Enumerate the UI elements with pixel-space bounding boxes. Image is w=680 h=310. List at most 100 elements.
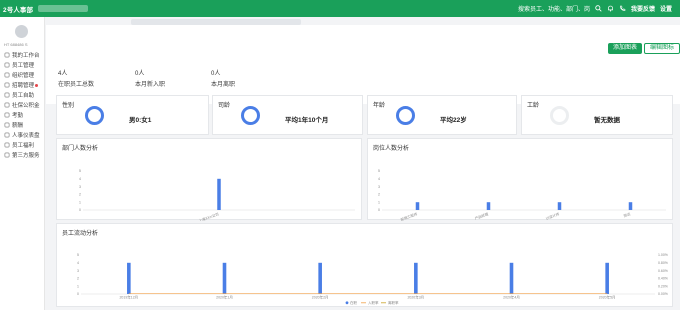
legend-label: 离职率 [388, 300, 399, 305]
sidebar-item-label: 组织管理 [12, 73, 35, 79]
stat-departures: 0人 本月离职 [211, 68, 235, 88]
x-tick-label: 产品经理 [474, 211, 489, 221]
age-card: 年龄 平均22岁 [367, 95, 517, 135]
y-tick-label: 1 [378, 200, 380, 204]
sidebar-item[interactable]: 组织管理 [0, 70, 45, 80]
bar [557, 202, 562, 210]
card-title: 性别 [62, 103, 75, 109]
sidebar-item[interactable]: 薪酬 [0, 120, 45, 130]
y2-tick-label: 0.80% [658, 261, 668, 265]
gender-card: 性别 男0:女1 [56, 95, 209, 135]
bar [486, 202, 491, 210]
top-nav: 搜索员工、功能、部门、岗 我要反馈 设置 [518, 4, 672, 13]
y-tick-label: 3 [77, 269, 79, 273]
y2-tick-label: 0.40% [658, 277, 668, 281]
sidebar-menu: 我的工作台员工管理组织管理招聘管理员工自助 社保公积金 考勤 薪酬人事仪表盘员工福利第… [0, 50, 45, 160]
position-bar-chart: 0 1 2 3 4 5 前端工程师 产品经理 UI设计师 测试 [378, 169, 666, 221]
legend-label: 在职 [350, 300, 358, 305]
social-security-icon [4, 102, 10, 108]
sidebar-item[interactable]: 员工管理 [0, 60, 45, 70]
card-summary: 平均22岁 [440, 117, 467, 124]
top-bar: 2号人事部 搜索员工、功能、部门、岗 我要反馈 设置 [0, 0, 680, 17]
bar [217, 178, 221, 210]
card-title: 工龄 [527, 103, 540, 109]
feedback-link[interactable]: 我要反馈 [631, 4, 655, 13]
salary-icon [4, 122, 10, 128]
y-tick-label: 5 [77, 253, 79, 257]
stat-value: 0人 [135, 71, 145, 77]
avatar[interactable] [15, 25, 28, 38]
benefit-icon [4, 142, 10, 148]
sidebar-item-label: 人事仪表盘 [12, 133, 40, 139]
y-tick-label: 4 [77, 261, 79, 265]
sidebar-item-label: 招聘管理 [12, 83, 35, 89]
add-chart-button[interactable]: 添加图表 [608, 43, 643, 54]
y2-tick-label: 0.60% [658, 269, 668, 273]
legend-label: 入职率 [368, 300, 379, 305]
card-title: 司龄 [218, 103, 231, 109]
main-content: 4人 在职员工总数 0人 本月新入职 0人 本月离职 添加图表 编辑图标 性别 … [46, 17, 680, 310]
stat-label: 本月离职 [211, 82, 236, 88]
edit-chart-button[interactable]: 编辑图标 [644, 43, 680, 54]
y-tick-label: 3 [79, 185, 81, 189]
sidebar-item[interactable]: 考勤 [0, 110, 45, 120]
y-tick-label: 4 [79, 177, 81, 181]
stat-value: 0人 [211, 71, 221, 77]
x-tick-label: 上海XXX公司 [198, 211, 220, 221]
search-icon[interactable] [595, 5, 602, 12]
x-tick-label: 2020年2月 [312, 295, 329, 300]
flow-combo-chart: 0 0.00% 1 0.20% 2 0.40% 3 0.60% 4 0.80% 5 1.00% 2019… [77, 253, 668, 305]
user-caption: HT 688486 S [4, 42, 28, 47]
bar-in-service [127, 262, 131, 294]
y-tick-label: 0 [378, 208, 380, 212]
ring-chart [85, 106, 104, 125]
sidebar-item[interactable]: 员工自助 [0, 90, 45, 100]
sidebar-item-label: 我的工作台 [12, 53, 40, 59]
stat-value: 4人 [58, 71, 68, 77]
y-tick-label: 5 [79, 169, 81, 173]
sidebar-item-label: 员工福利 [12, 143, 35, 149]
sidebar-item[interactable]: 员工福利 [0, 140, 45, 150]
card-title: 年龄 [373, 103, 386, 109]
y2-tick-label: 0.00% [658, 292, 668, 296]
y-tick-label: 1 [79, 200, 81, 204]
sidebar-item-label: 员工自助 [12, 93, 35, 99]
settings-link[interactable]: 设置 [660, 4, 672, 13]
x-tick-label: 2019年12月 [119, 295, 138, 300]
bar-in-service [414, 262, 418, 294]
sidebar-item[interactable]: 招聘管理 [0, 80, 45, 90]
x-tick-label: 测试 [623, 211, 632, 218]
app-logo[interactable]: 2号人事部 [3, 4, 33, 14]
dashboard-icon [4, 132, 10, 138]
x-tick-label: UI设计师 [545, 211, 560, 221]
y2-tick-label: 0.20% [658, 284, 668, 288]
x-tick-label: 2020年5月 [599, 295, 616, 300]
global-search[interactable]: 搜索员工、功能、部门、岗 [518, 4, 590, 13]
department-chart-card: 部门人数分析 0 1 2 3 4 5 上海XXX公司 [56, 138, 362, 221]
card-summary: 男0:女1 [129, 117, 152, 124]
sidebar-item[interactable]: 人事仪表盘 [0, 130, 45, 140]
sidebar-item[interactable]: 我的工作台 [0, 50, 45, 60]
sidebar-item-label: 员工管理 [12, 63, 35, 69]
x-tick-label: 2020年1月 [216, 295, 233, 300]
ring-chart [396, 106, 415, 125]
y-tick-label: 4 [378, 177, 380, 181]
bar-in-service [318, 262, 322, 294]
y-tick-label: 0 [77, 292, 79, 296]
sidebar-item[interactable]: 第三方服务 [0, 150, 45, 160]
ring-chart-empty [550, 106, 569, 125]
third-party-icon [4, 152, 10, 158]
y-tick-label: 2 [79, 193, 81, 197]
tenure-card: 司龄 平均1年10个月 [212, 95, 363, 135]
stats-panel: 4人 在职员工总数 0人 本月新入职 0人 本月离职 添加图表 编辑图标 [46, 25, 680, 104]
sidebar-item[interactable]: 社保公积金 [0, 100, 45, 110]
bell-icon[interactable] [607, 5, 614, 12]
employee-icon [4, 62, 10, 68]
phone-icon[interactable] [619, 5, 626, 12]
work-years-card: 工龄 暂无数据 [521, 95, 673, 135]
ring-chart [241, 106, 260, 125]
y-tick-label: 5 [378, 169, 380, 173]
y-tick-label: 3 [378, 185, 380, 189]
y-tick-label: 2 [378, 193, 380, 197]
bar [415, 202, 420, 210]
